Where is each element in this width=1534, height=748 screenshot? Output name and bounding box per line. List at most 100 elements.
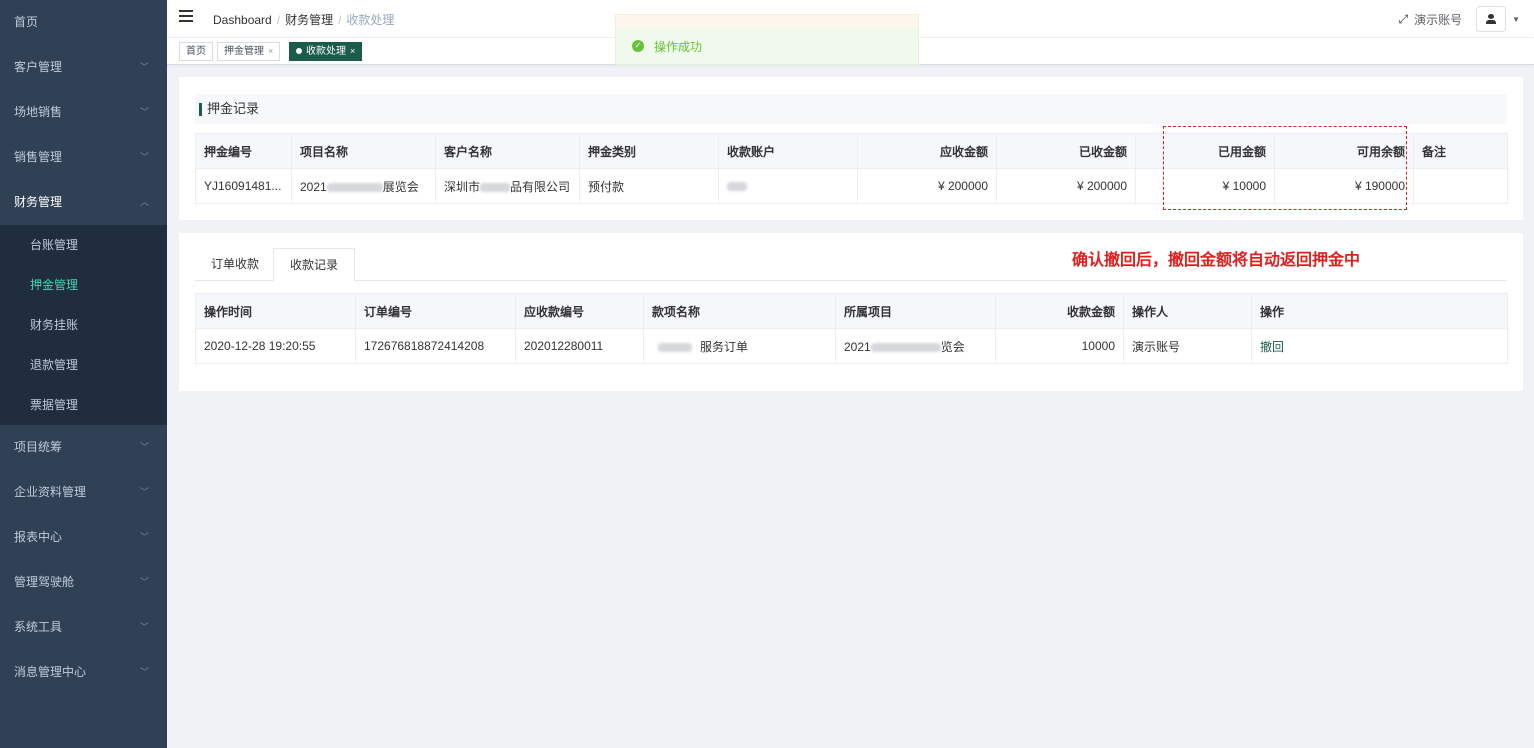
remark xyxy=(1413,168,1508,204)
col-header: 押金类别 xyxy=(579,133,719,169)
chevron-up-icon: ︿ xyxy=(139,197,149,207)
receivable: ¥ 200000 xyxy=(857,168,997,204)
menu-project[interactable]: 项目统筹 ﹀ xyxy=(0,425,167,470)
chevron-down-icon: ﹀ xyxy=(139,622,149,632)
operator: 演示账号 xyxy=(1123,328,1252,364)
withdraw-button[interactable]: 撤回 xyxy=(1260,340,1284,354)
menu-label: 财务管理 xyxy=(14,195,63,209)
tab-order-receipt[interactable]: 订单收款 xyxy=(195,248,275,281)
user-icon xyxy=(1486,14,1497,24)
submenu-deposit[interactable]: 押金管理 xyxy=(0,265,167,305)
tag-home[interactable]: 首页 xyxy=(179,42,213,61)
menu-label: 项目统筹 xyxy=(14,440,63,454)
submenu-invoice[interactable]: 票据管理 xyxy=(0,385,167,425)
tag-deposit[interactable]: 押金管理 × xyxy=(217,42,281,61)
deposit-category: 预付款 xyxy=(579,168,719,204)
finance-submenu: 台账管理 押金管理 财务挂账 退款管理 票据管理 xyxy=(0,225,167,425)
menu-label: 销售管理 xyxy=(14,150,63,164)
table-row: 2020-12-28 19:20:55 172676818872414208 2… xyxy=(195,328,1508,364)
receivable-no: 202012280011 xyxy=(515,328,644,364)
menu-report[interactable]: 报表中心 ﹀ xyxy=(0,515,167,560)
breadcrumb-item: 财务管理 xyxy=(285,13,334,27)
breadcrumb-item: 收款处理 xyxy=(346,13,395,27)
submenu-accounts[interactable]: 财务挂账 xyxy=(0,305,167,345)
menu-finance[interactable]: 财务管理 ︿ xyxy=(0,180,167,225)
records-table: 操作时间 订单编号 应收款编号 款项名称 所属项目 收款金额 操作人 操作 20… xyxy=(195,293,1508,364)
col-header: 收款账户 xyxy=(718,133,858,169)
menu-label: 系统工具 xyxy=(14,620,63,634)
menu-sales[interactable]: 销售管理 ﹀ xyxy=(0,135,167,180)
chevron-down-icon: ﹀ xyxy=(139,577,149,587)
menu-enterprise[interactable]: 企业资料管理 ﹀ xyxy=(0,470,167,515)
order-no: 172676818872414208 xyxy=(355,328,516,364)
account xyxy=(718,168,858,204)
success-toast: ✓ 操作成功 xyxy=(615,28,919,65)
toast-message: 操作成功 xyxy=(654,39,703,54)
check-circle-icon: ✓ xyxy=(632,40,644,52)
chevron-down-icon: ﹀ xyxy=(139,442,149,452)
col-header: 操作 xyxy=(1251,293,1508,329)
col-header: 已收金额 xyxy=(996,133,1136,169)
menu-label: 首页 xyxy=(14,15,39,29)
username: 演示账号 xyxy=(1414,12,1463,27)
annotation-text: 确认撤回后，撤回金额将自动返回押金中 xyxy=(1072,250,1361,269)
submenu-refund[interactable]: 退款管理 xyxy=(0,345,167,385)
col-header: 收款金额 xyxy=(995,293,1124,329)
menu-tools[interactable]: 系统工具 ﹀ xyxy=(0,605,167,650)
menu-customer[interactable]: 客户管理 ﹀ xyxy=(0,45,167,90)
action-cell: 撤回 xyxy=(1251,328,1508,364)
close-icon[interactable]: × xyxy=(350,46,355,56)
menu-cockpit[interactable]: 管理驾驶舱 ﹀ xyxy=(0,560,167,605)
deposit-id: YJ16091481... xyxy=(195,168,292,204)
chevron-down-icon: ﹀ xyxy=(139,532,149,542)
col-header: 应收款编号 xyxy=(515,293,644,329)
tab-receipt-records[interactable]: 收款记录 xyxy=(273,248,356,282)
col-header: 备注 xyxy=(1413,133,1508,169)
deposit-panel: 押金记录 押金编号 项目名称 客户名称 押金类别 收款账户 应收金额 已收金额 … xyxy=(179,77,1523,220)
warning-toast-edge xyxy=(615,14,919,28)
tag-receipt[interactable]: 收款处理 × xyxy=(289,42,363,61)
submenu-ledger[interactable]: 台账管理 xyxy=(0,225,167,265)
menu-label: 企业资料管理 xyxy=(14,485,87,499)
col-header: 操作人 xyxy=(1123,293,1252,329)
close-icon[interactable]: × xyxy=(268,46,273,56)
menu-label: 客户管理 xyxy=(14,60,63,74)
table-header: 操作时间 订单编号 应收款编号 款项名称 所属项目 收款金额 操作人 操作 xyxy=(195,293,1508,329)
chevron-down-icon: ﹀ xyxy=(139,62,149,72)
menu-label: 消息管理中心 xyxy=(14,665,87,679)
table-row: YJ16091481... 2021 展览会 深圳市 品有限公司 预付款 ¥ 200… xyxy=(195,168,1508,204)
project-name: 2021 览会 xyxy=(835,328,996,364)
menu-home[interactable]: 首页 xyxy=(0,0,167,45)
col-header: 可用余额 xyxy=(1274,133,1414,169)
menu-message[interactable]: 消息管理中心 ﹀ xyxy=(0,650,167,695)
menu-venue-sales[interactable]: 场地销售 ﹀ xyxy=(0,90,167,135)
section-title: 押金记录 xyxy=(195,94,1507,124)
menu-label: 报表中心 xyxy=(14,530,63,544)
col-header: 押金编号 xyxy=(195,133,292,169)
col-header: 应收金额 xyxy=(857,133,997,169)
breadcrumb-item[interactable]: Dashboard xyxy=(213,13,272,27)
breadcrumb: Dashboard / 财务管理 / 收款处理 xyxy=(213,13,395,27)
hamburger-icon[interactable] xyxy=(179,10,193,24)
col-header: 款项名称 xyxy=(643,293,836,329)
col-header: 操作时间 xyxy=(195,293,356,329)
op-time: 2020-12-28 19:20:55 xyxy=(195,328,356,364)
chevron-down-icon: ﹀ xyxy=(139,667,149,677)
col-header: 订单编号 xyxy=(355,293,516,329)
col-header: 客户名称 xyxy=(435,133,580,169)
col-header: 已用金额 xyxy=(1135,133,1275,169)
fullscreen-icon[interactable]: ⤢ xyxy=(1398,12,1408,27)
menu-label: 管理驾驶舱 xyxy=(14,575,75,589)
received: ¥ 200000 xyxy=(996,168,1136,204)
chevron-down-icon: ﹀ xyxy=(139,107,149,117)
avatar[interactable] xyxy=(1476,6,1507,32)
deposit-table: 押金编号 项目名称 客户名称 押金类别 收款账户 应收金额 已收金额 已用金额 … xyxy=(195,133,1508,204)
chevron-down-icon: ﹀ xyxy=(139,487,149,497)
menu-label: 场地销售 xyxy=(14,105,63,119)
used-amount: ¥ 10000 xyxy=(1135,168,1275,204)
amount: 10000 xyxy=(995,328,1124,364)
table-header: 押金编号 项目名称 客户名称 押金类别 收款账户 应收金额 已收金额 已用金额 … xyxy=(195,133,1508,169)
caret-down-icon[interactable]: ▼ xyxy=(1512,15,1520,24)
customer-name: 深圳市 品有限公司 xyxy=(435,168,580,204)
item-name: 服务订单 xyxy=(643,328,836,364)
